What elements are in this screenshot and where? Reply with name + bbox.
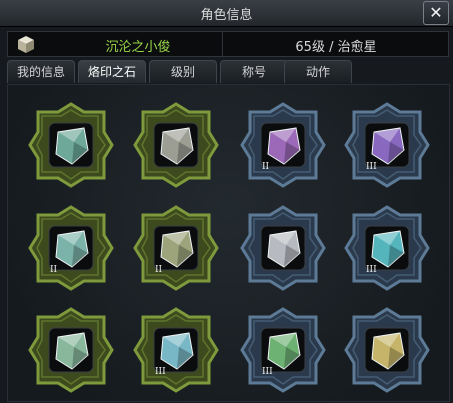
purple-rune-gem-icon <box>267 127 301 165</box>
rune-slot[interactable]: II <box>240 102 326 188</box>
rune-level-label: III <box>262 367 273 377</box>
violet-gem-icon <box>371 127 405 165</box>
window-title: 角色信息 <box>200 8 253 23</box>
rune-slot[interactable] <box>240 205 326 291</box>
aqua-gem-icon <box>160 332 194 370</box>
rune-slot[interactable] <box>133 102 219 188</box>
tab-my-info[interactable]: 我的信息 <box>7 60 75 83</box>
title-bar[interactable]: 角色信息 ✕ <box>0 0 453 27</box>
close-button[interactable]: ✕ <box>423 1 449 25</box>
rune-slot[interactable]: II <box>28 205 114 291</box>
rune-slot[interactable]: III <box>344 205 430 291</box>
teal-gem-icon <box>55 230 89 268</box>
tab-actions[interactable]: 动作 <box>284 60 352 83</box>
character-name: 沉沦之小俊 <box>105 40 171 55</box>
rune-level-label: III <box>366 265 377 275</box>
rune-level-label: II <box>155 265 163 275</box>
rune-slot[interactable]: II <box>133 205 219 291</box>
rune-level-label: III <box>155 367 166 377</box>
info-divider <box>222 32 223 56</box>
rune-slot[interactable]: III <box>240 307 326 393</box>
rune-slot[interactable]: III <box>344 102 430 188</box>
rune-slot[interactable] <box>28 102 114 188</box>
character-level-class: 65级 / 治愈星 <box>295 40 377 55</box>
tab-title[interactable]: 称号 <box>220 60 288 83</box>
olive-gem-icon <box>160 230 194 268</box>
character-info-window: 角色信息 ✕ 沉沦之小俊 65级 / 治愈星 我的信息 烙印之石 级别 称号 动… <box>0 0 453 403</box>
gold-gem-icon <box>371 332 405 370</box>
green-gem-icon <box>267 332 301 370</box>
character-cube-icon <box>18 36 34 53</box>
tab-brand-stone[interactable]: 烙印之石 <box>78 60 146 83</box>
brand-stone-panel: II III II II III III III <box>7 84 450 402</box>
rune-slot[interactable] <box>344 307 430 393</box>
rune-slot[interactable]: III <box>133 307 219 393</box>
rune-slot[interactable] <box>28 307 114 393</box>
rune-level-label: III <box>366 162 377 172</box>
rune-level-label: II <box>50 265 58 275</box>
white-gem-icon <box>267 230 301 268</box>
jade-gem-icon <box>55 332 89 370</box>
character-info-bar: 沉沦之小俊 65级 / 治愈星 <box>7 31 449 57</box>
tab-rank[interactable]: 级别 <box>149 60 217 83</box>
silver-gem-icon <box>160 127 194 165</box>
cyan-gem-icon <box>371 230 405 268</box>
rune-level-label: II <box>262 162 270 172</box>
teal-gem-icon <box>55 127 89 165</box>
